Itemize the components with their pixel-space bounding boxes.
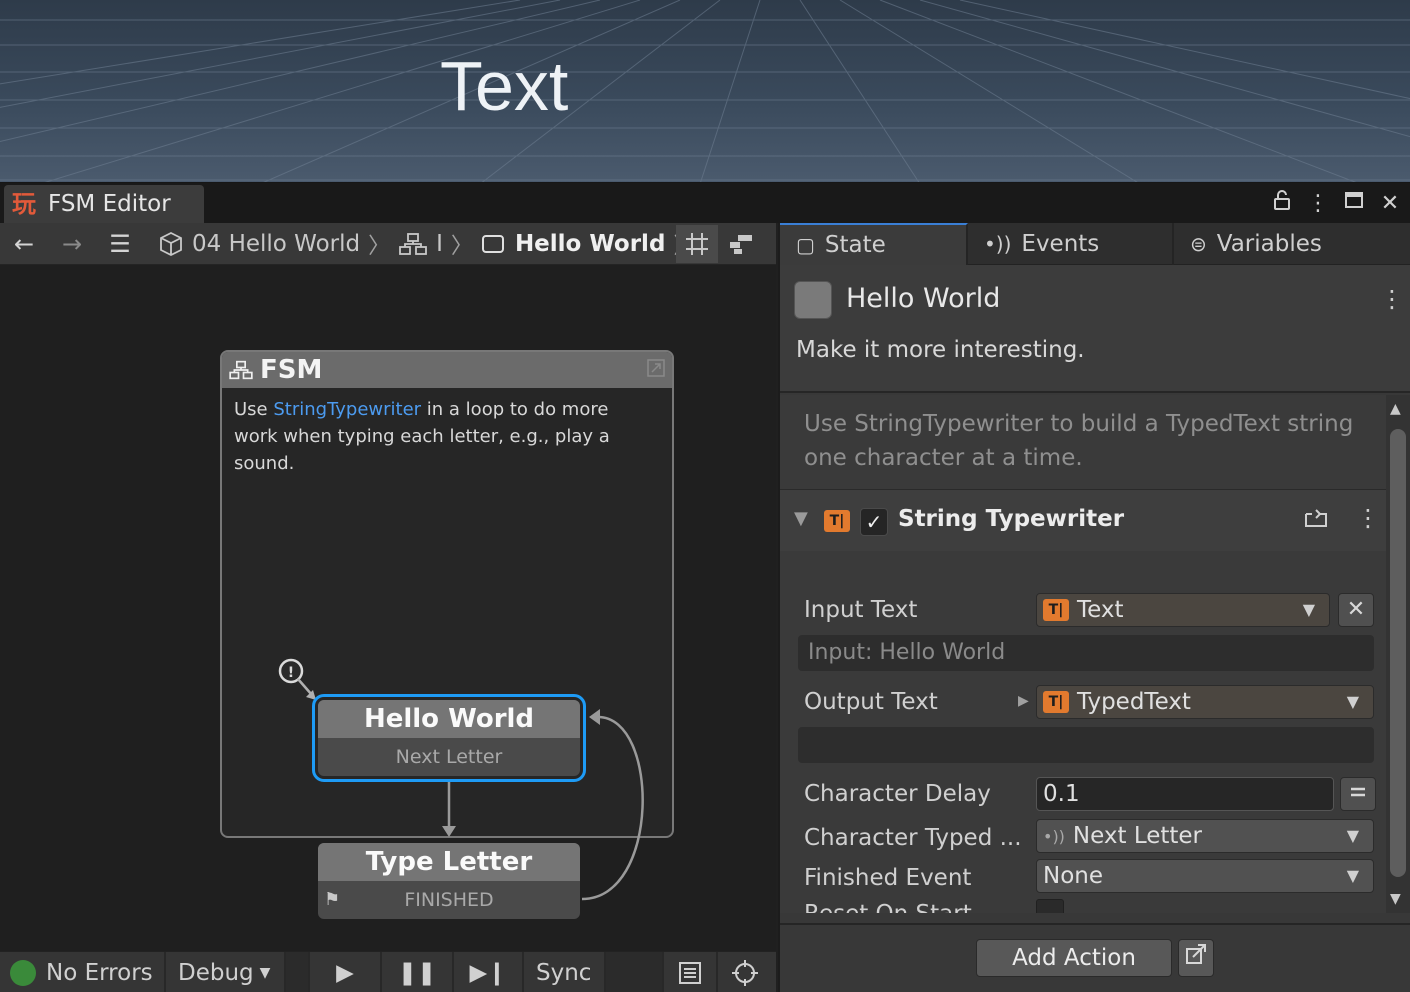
log-icon — [679, 961, 701, 984]
variables-icon: ⊜ — [1190, 232, 1207, 256]
inspector-panel: ▢ State •)) Events ⊜ Variables Hello World … — [778, 223, 1410, 992]
playmaker-logo-icon: 玩 — [12, 190, 36, 218]
state-node-title: Hello World — [318, 700, 580, 738]
dropdown-arrow-icon: ▼ — [259, 964, 271, 981]
character-delay-input[interactable]: 0.1 — [1036, 777, 1334, 811]
add-action-button[interactable]: Add Action — [976, 939, 1172, 977]
log-button[interactable] — [664, 951, 718, 992]
param-character-typed: Character Typed ... •)) Next Letter ▼ — [780, 819, 1386, 859]
scroll-thumb[interactable] — [1390, 429, 1406, 877]
param-reset-on-start: Reset On Start — [780, 895, 1386, 913]
scene-text-object[interactable]: Text — [440, 46, 568, 126]
lock-icon[interactable] — [1270, 189, 1294, 217]
step-icon: ▶❙ — [469, 959, 507, 986]
tab-title: FSM Editor — [48, 191, 171, 217]
svg-text:!: ! — [288, 665, 294, 681]
variable-toggle-button[interactable] — [1340, 777, 1376, 811]
action-title: String Typewriter — [898, 506, 1125, 532]
finish-flag-icon: ⚑ — [324, 889, 341, 910]
clear-input-button[interactable]: ✕ — [1338, 593, 1374, 627]
close-icon[interactable]: ✕ — [1378, 191, 1402, 216]
play-icon: ▶ — [336, 959, 354, 986]
graph-status-bar: No Errors Debug ▼ ▶ ❚❚ ▶❙ Sync — [0, 951, 776, 992]
character-typed-dropdown[interactable]: •)) Next Letter ▼ — [1036, 819, 1374, 853]
tab-fsm-editor[interactable]: 玩 FSM Editor — [4, 185, 204, 223]
inspector-footer: Add Action — [780, 923, 1410, 992]
fsm-editor-window: 玩 FSM Editor ⋮ ✕ ← → ☰ 04 Hello World 〉 — [0, 182, 1410, 992]
scroll-down-icon[interactable]: ▼ — [1390, 891, 1401, 907]
string-var-icon: T| — [1043, 691, 1069, 713]
inspector-tabs: ▢ State •)) Events ⊜ Variables — [780, 223, 1410, 265]
kebab-icon[interactable]: ⋮ — [1306, 191, 1330, 216]
string-var-icon: T| — [1043, 599, 1069, 621]
state-hint: Use StringTypewriter to build a TypedTex… — [804, 411, 1354, 471]
popout-icon — [1186, 944, 1206, 964]
param-finished-event: Finished Event None ▼ — [780, 859, 1386, 899]
sync-button[interactable]: Sync — [524, 951, 606, 992]
state-node-type-letter[interactable]: Type Letter ⚑ FINISHED — [318, 843, 580, 919]
event-icon: •)) — [984, 232, 1012, 256]
status-ok-icon — [10, 959, 36, 986]
tab-state[interactable]: ▢ State — [780, 223, 968, 265]
expand-arrow-icon[interactable]: ▶ — [1018, 693, 1029, 709]
pause-button[interactable]: ❚❚ — [382, 951, 454, 992]
output-preview — [798, 727, 1374, 763]
graph-panel: ← → ☰ 04 Hello World 〉 I 〉 Hello World 〉 — [0, 223, 776, 992]
state-transition-next-letter[interactable]: Next Letter — [318, 738, 580, 776]
scroll-up-icon[interactable]: ▲ — [1390, 401, 1401, 417]
reset-on-start-checkbox[interactable] — [1036, 899, 1064, 913]
param-output-text: Output Text ▶ T| TypedText ▼ — [780, 683, 1386, 723]
scene-view: Text — [0, 0, 1410, 184]
action-menu-kebab-icon[interactable]: ⋮ — [1356, 504, 1380, 532]
locate-button[interactable] — [718, 952, 772, 992]
collapse-triangle-icon[interactable]: ▼ — [794, 508, 808, 529]
action-header[interactable]: ▼ T| ✓ String Typewriter ⋮ — [780, 489, 1386, 551]
loop-icon[interactable] — [1302, 506, 1330, 534]
output-text-dropdown[interactable]: T| TypedText ▼ — [1036, 685, 1374, 719]
scene-grid — [0, 0, 1410, 184]
param-input-text: Input Text T| Text ▼ ✕ — [780, 591, 1386, 631]
state-node-hello-world[interactable]: Hello World Next Letter — [312, 694, 586, 782]
window-tabstrip: 玩 FSM Editor ⋮ ✕ — [0, 183, 1410, 223]
equals-icon — [1351, 787, 1365, 797]
typewriter-action-icon: T| — [824, 510, 850, 532]
input-text-dropdown[interactable]: T| Text ▼ — [1036, 593, 1330, 627]
event-icon: •)) — [1043, 826, 1065, 846]
state-transition-finished[interactable]: ⚑ FINISHED — [318, 881, 580, 919]
state-header: Hello World ⋮ Make it more interesting. — [780, 265, 1410, 393]
state-icon: ▢ — [796, 233, 815, 257]
action-browser-button[interactable] — [1178, 939, 1214, 977]
state-menu-kebab-icon[interactable]: ⋮ — [1380, 285, 1404, 313]
maximize-icon[interactable] — [1342, 190, 1366, 216]
state-name[interactable]: Hello World — [846, 283, 1000, 314]
action-list: Use StringTypewriter to build a TypedTex… — [780, 395, 1386, 913]
dropdown-arrow-icon: ▼ — [1302, 600, 1315, 619]
dropdown-arrow-icon: ▼ — [1346, 866, 1359, 885]
dropdown-arrow-icon: ▼ — [1346, 826, 1359, 845]
crosshair-icon — [732, 959, 758, 986]
debug-dropdown[interactable]: Debug ▼ — [166, 951, 286, 992]
action-enabled-checkbox[interactable]: ✓ — [860, 508, 888, 536]
window-controls: ⋮ ✕ — [1270, 187, 1402, 219]
input-preview: Input: Hello World — [798, 635, 1374, 671]
tab-variables[interactable]: ⊜ Variables — [1174, 223, 1410, 265]
finished-event-dropdown[interactable]: None ▼ — [1036, 859, 1374, 893]
pause-icon: ❚❚ — [397, 959, 437, 986]
play-button[interactable]: ▶ — [310, 951, 382, 992]
step-button[interactable]: ▶❙ — [454, 951, 524, 992]
error-status[interactable]: No Errors — [0, 951, 166, 992]
state-description[interactable]: Make it more interesting. — [796, 337, 1085, 363]
param-character-delay: Character Delay 0.1 — [780, 775, 1386, 815]
inspector-scrollbar[interactable]: ▲ ▼ — [1386, 395, 1410, 913]
dropdown-arrow-icon: ▼ — [1346, 692, 1359, 711]
tab-events[interactable]: •)) Events — [968, 223, 1174, 265]
state-color-swatch[interactable] — [794, 281, 832, 319]
state-node-title: Type Letter — [318, 843, 580, 881]
